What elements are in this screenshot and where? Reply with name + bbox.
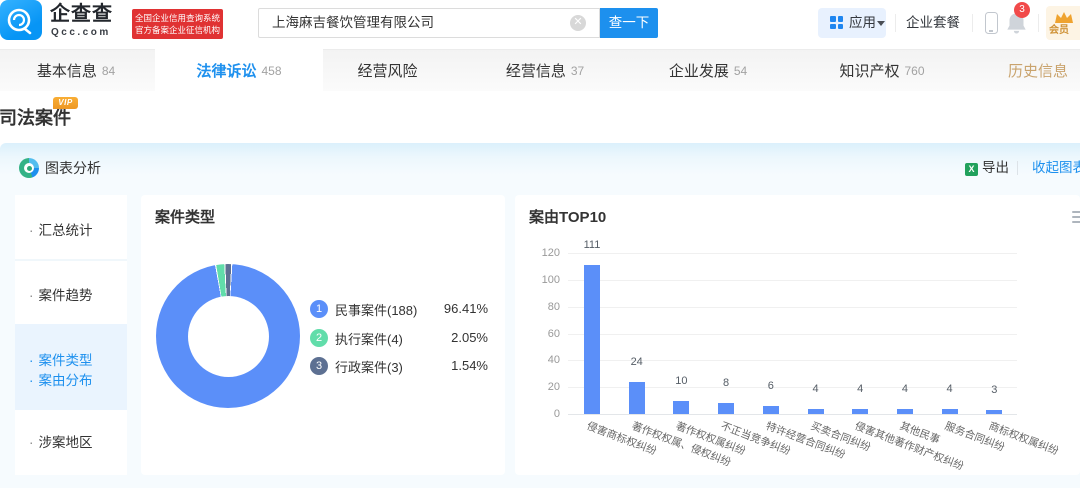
- chart-analysis-title: 图表分析: [45, 158, 101, 178]
- bar-3[interactable]: [673, 401, 689, 414]
- panel-header-separator: [1017, 161, 1018, 175]
- legend-pct-administrative: 1.54%: [451, 357, 488, 375]
- cert-line2: 官方备案企业征信机构: [132, 24, 223, 36]
- sidebar-item-case-trend[interactable]: ·案件趋势: [29, 284, 93, 304]
- chevron-down-icon: [877, 21, 885, 26]
- sidebar-item-summary-stats[interactable]: ·汇总统计: [29, 219, 93, 239]
- gridline: [568, 253, 1017, 254]
- vip-badge: VIP: [53, 97, 78, 109]
- y-tick-label: 60: [520, 327, 560, 341]
- page: 企查查 Qcc.com 全国企业信用查询系统 官方备案企业征信机构 上海麻吉餐饮…: [0, 0, 1080, 488]
- legend-item-civil[interactable]: 1 民事案件(188): [310, 300, 417, 318]
- sidebar-item-cause-distribution[interactable]: ·案由分布: [29, 369, 93, 389]
- chart-sidebar: ·汇总统计 ·案件趋势 ·案件类型 ·案由分布 ·涉案地区: [15, 195, 127, 475]
- apps-grid-icon: [830, 16, 843, 29]
- bar-value-label: 111: [572, 238, 612, 252]
- cert-line1: 全国企业信用查询系统: [132, 12, 223, 24]
- bar-value-label: 6: [751, 379, 791, 393]
- y-tick-label: 120: [520, 246, 560, 260]
- y-tick-label: 100: [520, 273, 560, 287]
- chart-menu-icon[interactable]: [1072, 211, 1080, 225]
- bar-6[interactable]: [808, 409, 824, 414]
- bar-1[interactable]: [584, 265, 600, 414]
- case-type-title: 案件类型: [155, 206, 215, 227]
- bar-value-label: 4: [885, 382, 925, 396]
- x-axis-line: [568, 414, 1017, 415]
- bar-value-label: 10: [661, 374, 701, 388]
- bar-8[interactable]: [897, 409, 913, 414]
- bar-2[interactable]: [629, 382, 645, 414]
- gridline: [568, 334, 1017, 335]
- tab-intellectual-property[interactable]: 知识产权760: [839, 49, 924, 91]
- tab-operating-risk[interactable]: 经营风险: [357, 49, 422, 91]
- header-separator: [895, 14, 896, 32]
- legend-pct-enforcement: 2.05%: [451, 329, 488, 347]
- y-tick-label: 40: [520, 353, 560, 367]
- excel-export-icon: X: [965, 163, 978, 176]
- donut-hole: [188, 296, 269, 377]
- sidebar-item-case-type[interactable]: ·案件类型: [29, 349, 93, 369]
- apps-label: 应用: [849, 8, 876, 38]
- certification-badge: 全国企业信用查询系统 官方备案企业征信机构: [132, 9, 223, 39]
- case-type-card: 案件类型 1 民事案件(188) 2 执行案件(4) 3 行政案件(3) 96.…: [141, 195, 505, 475]
- search-button[interactable]: 查一下: [600, 8, 658, 38]
- bar-value-label: 4: [796, 382, 836, 396]
- legend-number-3: 3: [310, 357, 328, 375]
- y-tick-label: 80: [520, 300, 560, 314]
- tab-company-development[interactable]: 企业发展54: [669, 49, 747, 91]
- clear-search-icon[interactable]: ✕: [570, 15, 586, 31]
- bar-value-label: 4: [840, 382, 880, 396]
- search-input[interactable]: 上海麻吉餐饮管理有限公司: [258, 8, 600, 38]
- chart-analysis-icon: [19, 158, 39, 178]
- legend-item-enforcement[interactable]: 2 执行案件(4): [310, 329, 403, 347]
- notification-count-badge: 3: [1014, 2, 1030, 18]
- bar-5[interactable]: [763, 406, 779, 414]
- sidebar-divider: [15, 259, 127, 261]
- sidebar-item-case-region[interactable]: ·涉案地区: [29, 431, 93, 451]
- apps-menu[interactable]: 应用: [818, 8, 886, 38]
- member-crown-icon: [1053, 10, 1075, 26]
- top10-plot: 020406080100120111侵害商标权纠纷24著作权权属、侵权纠纷10著…: [515, 195, 1080, 475]
- qcc-logo-icon[interactable]: [0, 0, 42, 40]
- y-tick-label: 20: [520, 380, 560, 394]
- mobile-app-icon[interactable]: [985, 12, 998, 34]
- bar-7[interactable]: [852, 409, 868, 414]
- legend-number-1: 1: [310, 300, 328, 318]
- member-entry[interactable]: 会员: [1046, 6, 1080, 40]
- header-separator: [1038, 14, 1039, 32]
- logo-title[interactable]: 企查查: [50, 3, 113, 25]
- gridline: [568, 280, 1017, 281]
- export-button[interactable]: 导出: [982, 158, 1009, 178]
- legend-pct-civil: 96.41%: [444, 300, 488, 318]
- header-separator: [972, 14, 973, 32]
- bar-value-label: 4: [930, 382, 970, 396]
- tab-operating-info[interactable]: 经营信息37: [506, 49, 584, 91]
- bar-value-label: 8: [706, 376, 746, 390]
- enterprise-package-link[interactable]: 企业套餐: [906, 8, 960, 38]
- legend-number-2: 2: [310, 329, 328, 347]
- legend-item-administrative[interactable]: 3 行政案件(3): [310, 357, 403, 375]
- member-label: 会员: [1049, 25, 1069, 37]
- tab-legal-litigation[interactable]: 法律诉讼458: [196, 49, 281, 91]
- bar-value-label: 3: [974, 383, 1014, 397]
- gridline: [568, 307, 1017, 308]
- bar-4[interactable]: [718, 403, 734, 414]
- logo-domain: Qcc.com: [51, 28, 111, 38]
- bar-value-label: 24: [617, 355, 657, 369]
- tab-history-info[interactable]: 历史信息: [1008, 49, 1073, 91]
- y-tick-label: 0: [520, 407, 560, 421]
- bar-10[interactable]: [986, 410, 1002, 414]
- bar-9[interactable]: [942, 409, 958, 414]
- tab-basic-info[interactable]: 基本信息84: [37, 49, 115, 91]
- cause-top10-card: 案由TOP10 020406080100120111侵害商标权纠纷24著作权权属…: [515, 195, 1080, 475]
- collapse-charts-button[interactable]: 收起图表: [1032, 158, 1080, 178]
